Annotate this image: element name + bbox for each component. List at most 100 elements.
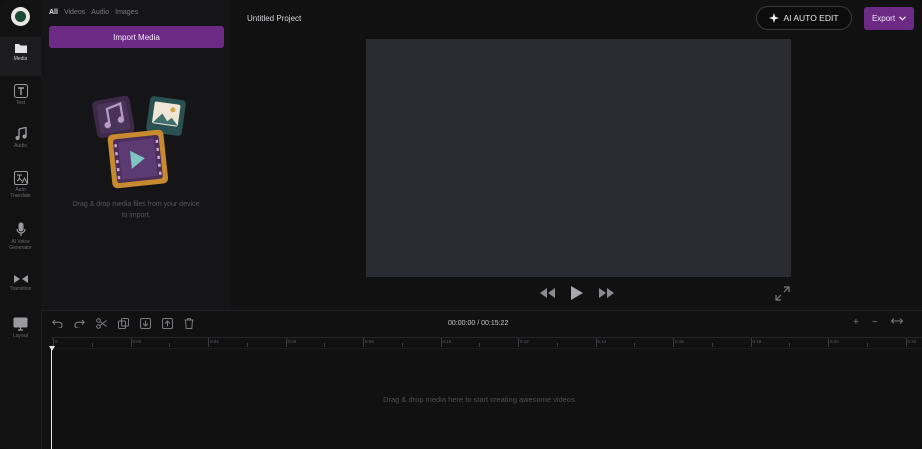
- duplicate-button[interactable]: [118, 318, 129, 329]
- scissors-icon: [96, 318, 107, 329]
- ruler-tick-label: 0:14: [597, 339, 607, 344]
- sidebar-item-transition[interactable]: Transition: [0, 274, 41, 292]
- ruler-tick-label: 0:04: [210, 339, 219, 344]
- sidebar-item-layout[interactable]: Layout: [0, 317, 41, 339]
- chevron-down-icon: [899, 16, 906, 21]
- music-note-icon: [15, 127, 27, 140]
- ruler-tick-label: 0:06: [287, 339, 297, 344]
- player-controls: [540, 286, 614, 300]
- ruler-tick-label: 0:22: [907, 339, 917, 344]
- timeline-divider: [41, 310, 922, 311]
- fullscreen-button[interactable]: [775, 286, 790, 306]
- timeline-ruler[interactable]: 0 0:02 0:04 0:06 0:08 0:10 0:12 0:14 0:16 0:18 0:2…: [51, 337, 922, 349]
- ruler-tick-label: 0:20: [830, 339, 839, 344]
- fast-forward-icon: [599, 288, 614, 298]
- delete-button[interactable]: [184, 318, 194, 329]
- sidebar-item-audio[interactable]: Audio: [0, 127, 41, 149]
- ruler-tick-label: 0:18: [752, 339, 762, 344]
- undo-button[interactable]: [52, 319, 63, 328]
- copy-icon: [118, 318, 129, 329]
- video-preview-canvas: [366, 39, 791, 277]
- redo-button[interactable]: [74, 319, 85, 328]
- ruler-minor-tick: [866, 343, 868, 347]
- rewind-icon: [540, 288, 555, 298]
- tab-audio[interactable]: Audio: [91, 9, 109, 16]
- play-button[interactable]: [571, 286, 583, 300]
- media-tabs: All Videos Audio Images: [49, 9, 138, 16]
- app-window: Media Text Audio Auto Translate AI Voice…: [0, 0, 922, 449]
- ruler-minor-tick: [401, 343, 403, 347]
- timeline-drop-hint: Drag & drop media here to start creating…: [383, 395, 577, 404]
- sparkle-icon: [769, 13, 780, 23]
- monitor-icon: [13, 317, 28, 331]
- sidebar-item-label: Transition: [9, 286, 32, 292]
- sidebar-item-label: Auto Translate: [10, 187, 31, 199]
- ruler-tick-label: 0:12: [520, 339, 529, 344]
- ruler-tick-label: 0: [55, 339, 58, 344]
- fit-timeline-button[interactable]: [890, 317, 903, 328]
- fast-forward-button[interactable]: [599, 288, 614, 298]
- ruler-minor-tick: [246, 343, 248, 347]
- import-media-button[interactable]: Import Media: [49, 26, 224, 48]
- ruler-tick: [595, 338, 597, 347]
- ruler-tick: [363, 338, 364, 347]
- ruler-minor-tick: [711, 343, 713, 347]
- translate-icon: [13, 171, 28, 185]
- sidebar-item-label: Text: [15, 100, 26, 106]
- sidebar-item-media[interactable]: Media: [0, 37, 41, 76]
- rewind-button[interactable]: [540, 288, 555, 298]
- ruler-tick: [828, 338, 829, 347]
- export-button[interactable]: Export: [864, 7, 914, 30]
- sidebar-item-auto-translate[interactable]: Auto Translate: [0, 171, 41, 199]
- arrow-down-box-icon: [140, 318, 151, 329]
- microphone-icon: [15, 222, 26, 236]
- ruler-tick-label: 0:10: [442, 339, 452, 344]
- fit-width-icon: [890, 318, 903, 324]
- move-down-button[interactable]: [140, 318, 151, 329]
- ruler-tick: [905, 338, 907, 347]
- undo-icon: [52, 319, 63, 328]
- ruler-tick: [208, 338, 209, 347]
- move-up-button[interactable]: [162, 318, 173, 329]
- sidebar-item-text[interactable]: Text: [0, 84, 41, 106]
- tab-images[interactable]: Images: [115, 9, 138, 16]
- ruler-minor-tick: [789, 343, 791, 347]
- sidebar-item-label: Audio: [14, 143, 27, 149]
- ruler-tick-label: 0:16: [675, 339, 684, 344]
- ruler-tick-label: 0:08: [365, 339, 374, 344]
- project-title[interactable]: Untitled Project: [247, 14, 301, 23]
- arrow-up-box-icon: [162, 318, 173, 329]
- ruler-tick: [285, 338, 287, 347]
- sidebar-item-ai-voice[interactable]: AI Voice Generator: [0, 222, 41, 251]
- timeline-toolbar: [52, 318, 194, 329]
- sidebar-item-label: Media: [13, 56, 28, 62]
- zoom-in-button[interactable]: +: [853, 317, 859, 328]
- export-label: Export: [871, 14, 896, 23]
- ruler-tick: [130, 338, 132, 347]
- expand-icon: [775, 286, 790, 301]
- ruler-minor-tick: [169, 343, 171, 347]
- ruler-minor-tick: [479, 343, 481, 347]
- tab-all[interactable]: All: [49, 9, 58, 16]
- timecode-display: 00:00:00 / 00:15:22: [448, 320, 509, 327]
- ai-auto-edit-label: AI AUTO EDIT: [783, 13, 839, 23]
- ruler-tick: [518, 338, 519, 347]
- split-button[interactable]: [96, 318, 107, 329]
- media-drop-hint: Drag & drop media files from your device…: [72, 201, 200, 219]
- play-icon: [571, 286, 583, 300]
- ruler-tick: [440, 338, 442, 347]
- app-logo[interactable]: [11, 7, 30, 26]
- playhead-handle[interactable]: [49, 346, 55, 351]
- tab-videos[interactable]: Videos: [64, 9, 85, 16]
- media-illustration: [92, 95, 186, 189]
- left-rail: Media Text Audio Auto Translate AI Voice…: [0, 0, 42, 449]
- playhead[interactable]: [51, 347, 52, 449]
- transition-icon: [13, 275, 28, 283]
- redo-icon: [74, 319, 85, 328]
- sidebar-item-label: AI Voice Generator: [9, 239, 32, 251]
- zoom-controls: + −: [853, 317, 903, 328]
- zoom-out-button[interactable]: −: [872, 317, 878, 328]
- ruler-minor-tick: [634, 343, 636, 347]
- ruler-minor-tick: [324, 343, 326, 347]
- ai-auto-edit-button[interactable]: AI AUTO EDIT: [756, 6, 852, 30]
